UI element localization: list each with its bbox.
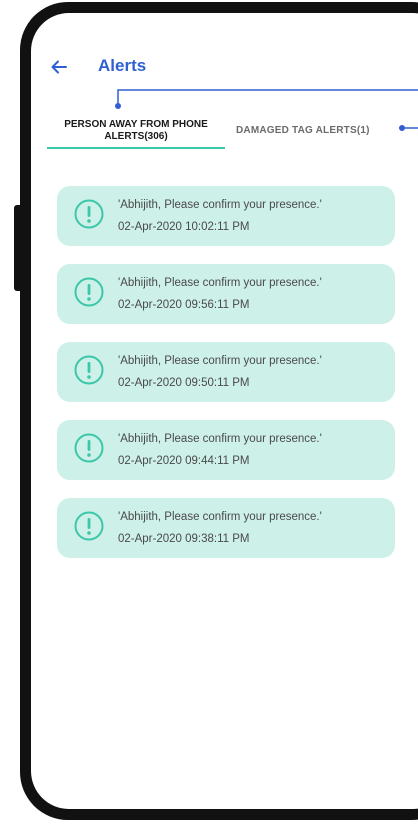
alert-card[interactable]: 'Abhijith, Please confirm your presence.… [57, 264, 395, 324]
tab-person-away-from-phone-alerts[interactable]: PERSON AWAY FROM PHONE ALERTS(306) [47, 109, 225, 165]
alert-card[interactable]: 'Abhijith, Please confirm your presence.… [57, 420, 395, 480]
alert-timestamp: 02-Apr-2020 09:50:11 PM [118, 377, 250, 389]
alert-card[interactable]: 'Abhijith, Please confirm your presence.… [57, 186, 395, 246]
phone-side-button [14, 205, 24, 291]
alert-message: 'Abhijith, Please confirm your presence.… [118, 511, 322, 523]
alert-card[interactable]: 'Abhijith, Please confirm your presence.… [57, 342, 395, 402]
tab-label: DAMAGED TAG ALERTS(1) [236, 125, 370, 136]
alert-timestamp: 02-Apr-2020 10:02:11 PM [118, 221, 250, 233]
tab-bar: PERSON AWAY FROM PHONE ALERTS(306) DAMAG… [31, 109, 418, 165]
alert-timestamp: 02-Apr-2020 09:44:11 PM [118, 455, 250, 467]
exclamation-circle-icon [73, 510, 105, 542]
tab-label: PERSON AWAY FROM PHONE ALERTS(306) [64, 119, 208, 142]
tab-damaged-tag-alerts[interactable]: DAMAGED TAG ALERTS(1) [231, 109, 401, 165]
alert-list: 'Abhijith, Please confirm your presence.… [57, 186, 395, 576]
alert-message: 'Abhijith, Please confirm your presence.… [118, 433, 322, 445]
alert-timestamp: 02-Apr-2020 09:38:11 PM [118, 533, 250, 545]
selected-tab-indicator [47, 147, 225, 149]
alert-card[interactable]: 'Abhijith, Please confirm your presence.… [57, 498, 395, 558]
exclamation-circle-icon [73, 354, 105, 386]
stage: Alerts PERSON AWAY FROM PHONE ALERTS(306… [0, 0, 418, 826]
app-header: Alerts [31, 13, 418, 109]
alert-message: 'Abhijith, Please confirm your presence.… [118, 355, 322, 367]
alert-message: 'Abhijith, Please confirm your presence.… [118, 277, 322, 289]
exclamation-circle-icon [73, 276, 105, 308]
exclamation-circle-icon [73, 198, 105, 230]
alert-message: 'Abhijith, Please confirm your presence.… [118, 199, 322, 211]
phone-screen: Alerts PERSON AWAY FROM PHONE ALERTS(306… [31, 13, 418, 809]
alert-timestamp: 02-Apr-2020 09:56:11 PM [118, 299, 250, 311]
exclamation-circle-icon [73, 432, 105, 464]
page-title: Alerts [98, 56, 147, 75]
arrow-left-icon[interactable] [49, 57, 69, 77]
